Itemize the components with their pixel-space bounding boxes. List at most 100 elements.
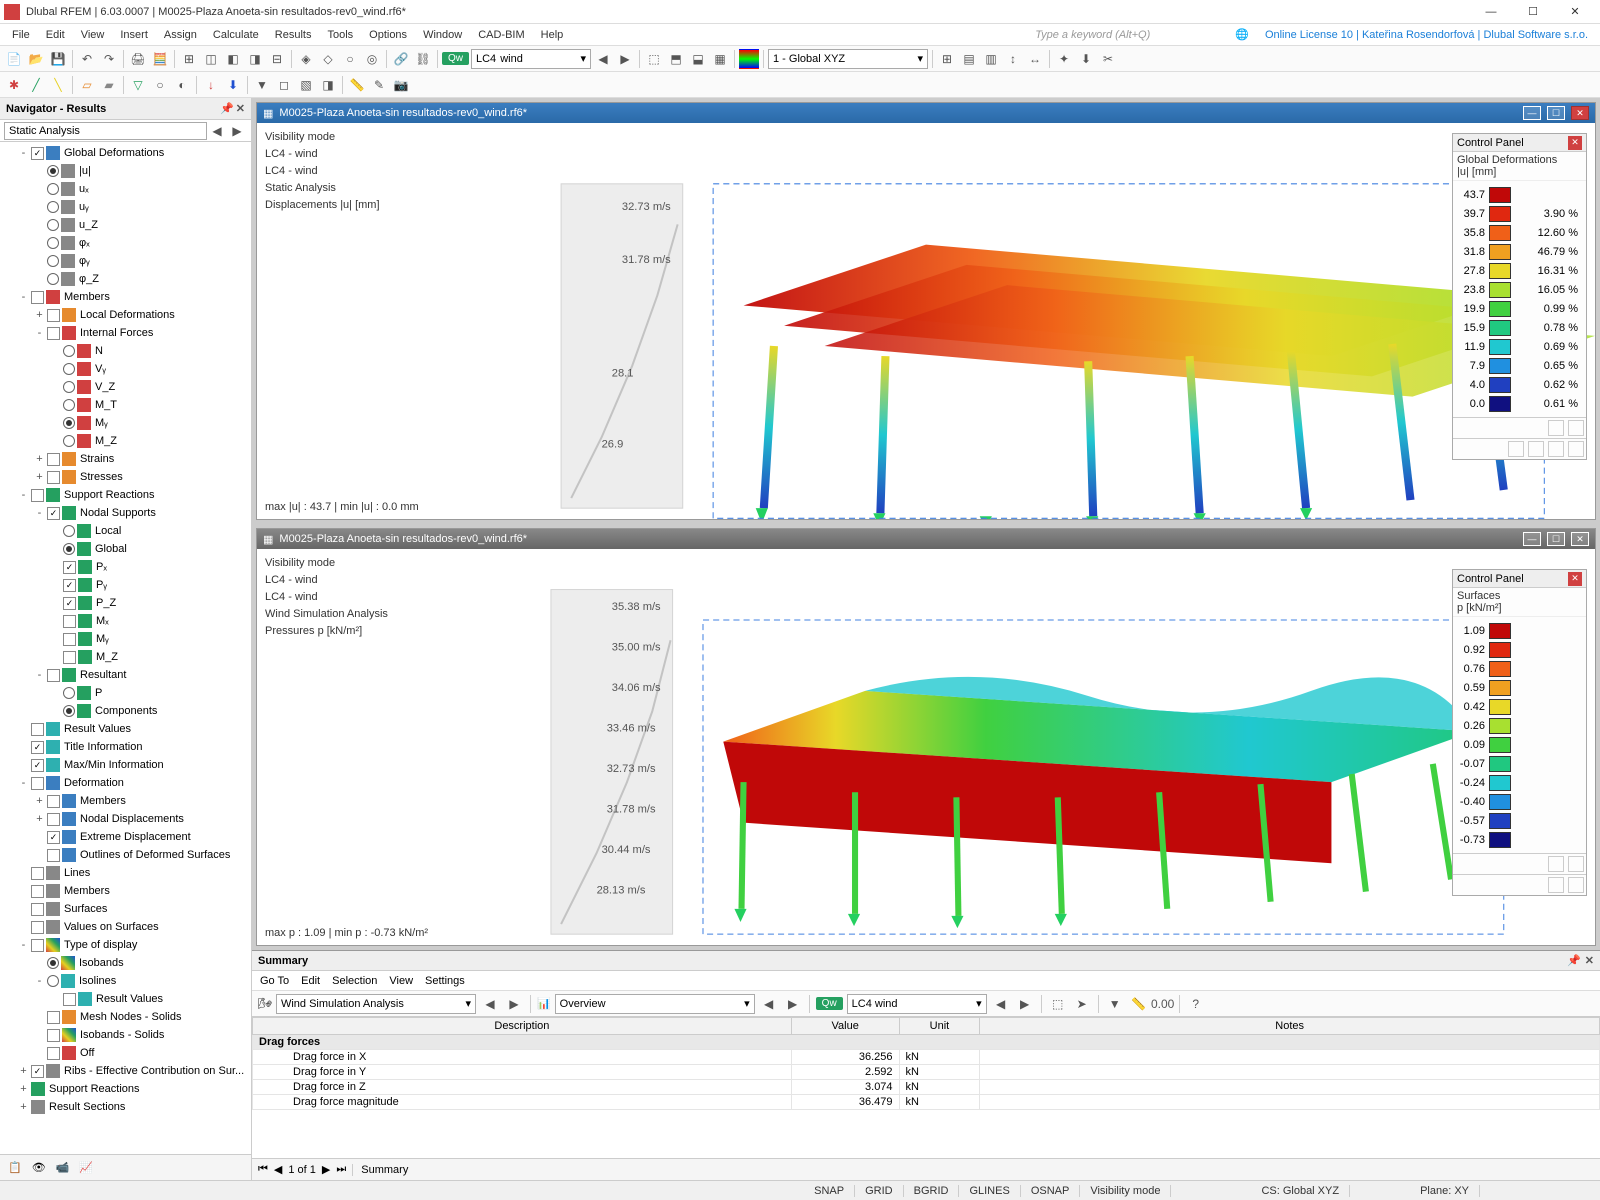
grid4-icon[interactable]: ▥ bbox=[981, 49, 1001, 69]
sum-lc-combo[interactable]: LC4 wind▾ bbox=[847, 994, 987, 1014]
sum-next2-icon[interactable]: ▶ bbox=[783, 994, 803, 1014]
visibility-toggle[interactable]: Visibility mode bbox=[1080, 1185, 1171, 1197]
tree-item[interactable]: +✓Ribs - Effective Contribution on Sur..… bbox=[0, 1062, 251, 1080]
sum-pin-icon[interactable]: 📌 bbox=[1567, 954, 1581, 967]
menu-tools[interactable]: Tools bbox=[319, 27, 361, 43]
tree-item[interactable]: +Support Reactions bbox=[0, 1080, 251, 1098]
sum-cursor-icon[interactable]: ➤ bbox=[1072, 994, 1092, 1014]
tree-item[interactable]: Result Values bbox=[0, 720, 251, 738]
tree-item[interactable]: ✓Extreme Displacement bbox=[0, 828, 251, 846]
sum-analysis-combo[interactable]: Wind Simulation Analysis▾ bbox=[276, 994, 476, 1014]
menu-view[interactable]: View bbox=[73, 27, 113, 43]
render4-icon[interactable]: ◎ bbox=[362, 49, 382, 69]
render2-icon[interactable]: ◇ bbox=[318, 49, 338, 69]
sum-menu-selection[interactable]: Selection bbox=[332, 975, 377, 987]
solid-icon[interactable]: ▰ bbox=[99, 75, 119, 95]
next-lc-icon[interactable]: ▶ bbox=[615, 49, 635, 69]
pager-prev-icon[interactable]: ◀ bbox=[274, 1163, 282, 1176]
tree-item[interactable]: Values on Surfaces bbox=[0, 918, 251, 936]
tree-item[interactable]: ✓Pᵧ bbox=[0, 576, 251, 594]
iso-icon[interactable]: ◧ bbox=[223, 49, 243, 69]
print-icon[interactable]: 🖨 bbox=[128, 49, 148, 69]
cs-indicator[interactable]: CS: Global XYZ bbox=[1251, 1185, 1350, 1197]
menu-options[interactable]: Options bbox=[361, 27, 415, 43]
tree-item[interactable]: -Resultant bbox=[0, 666, 251, 684]
menu-file[interactable]: File bbox=[4, 27, 38, 43]
tree-item[interactable]: uᵧ bbox=[0, 198, 251, 216]
tree-item[interactable]: u_Z bbox=[0, 216, 251, 234]
tree-item[interactable]: +Members bbox=[0, 792, 251, 810]
view2-min-icon[interactable]: — bbox=[1523, 532, 1541, 546]
globe-icon[interactable]: 🌐 bbox=[1227, 26, 1257, 43]
cp1-btn1[interactable] bbox=[1548, 420, 1564, 436]
tree-item[interactable]: Mᵧ bbox=[0, 414, 251, 432]
view4-icon[interactable]: ◨ bbox=[245, 49, 265, 69]
sum-select-icon[interactable]: ⬚ bbox=[1048, 994, 1068, 1014]
sum-prev-icon[interactable]: ◀ bbox=[480, 994, 500, 1014]
link-icon[interactable]: 🔗 bbox=[391, 49, 411, 69]
tree-item[interactable]: -Deformation bbox=[0, 774, 251, 792]
annotation-icon[interactable]: ✎ bbox=[369, 75, 389, 95]
view-icon[interactable]: ◫ bbox=[201, 49, 221, 69]
tree-item[interactable]: Lines bbox=[0, 864, 251, 882]
calculator-icon[interactable]: 🧮 bbox=[150, 49, 170, 69]
grid-toggle[interactable]: GRID bbox=[855, 1185, 904, 1197]
chain-icon[interactable]: ⛓ bbox=[413, 49, 433, 69]
tree-item[interactable]: -✓Nodal Supports bbox=[0, 504, 251, 522]
color-icon[interactable] bbox=[739, 49, 759, 69]
tree-item[interactable]: Mesh Nodes - Solids bbox=[0, 1008, 251, 1026]
tree-item[interactable]: ✓Max/Min Information bbox=[0, 756, 251, 774]
compass-icon[interactable]: ✦ bbox=[1054, 49, 1074, 69]
view2-max-icon[interactable]: ☐ bbox=[1547, 532, 1565, 546]
menu-calculate[interactable]: Calculate bbox=[205, 27, 267, 43]
grid3-icon[interactable]: ▤ bbox=[959, 49, 979, 69]
view1-close-icon[interactable]: ✕ bbox=[1571, 106, 1589, 120]
sum-prev2-icon[interactable]: ◀ bbox=[759, 994, 779, 1014]
tree-item[interactable]: |u| bbox=[0, 162, 251, 180]
nav-tab-display-icon[interactable]: 👁 bbox=[32, 1161, 46, 1174]
control-panel-1[interactable]: Control Panel✕ Global Deformations|u| [m… bbox=[1452, 133, 1587, 460]
tree-item[interactable]: V_Z bbox=[0, 378, 251, 396]
tree-item[interactable]: -Members bbox=[0, 288, 251, 306]
filter-icon[interactable]: ▼ bbox=[252, 75, 272, 95]
surface-icon[interactable]: ▱ bbox=[77, 75, 97, 95]
tree-item[interactable]: -Isolines bbox=[0, 972, 251, 990]
hinge-icon[interactable]: ○ bbox=[150, 75, 170, 95]
tree-item[interactable]: Surfaces bbox=[0, 900, 251, 918]
cp2-tab1[interactable] bbox=[1548, 877, 1564, 893]
tree-item[interactable]: P bbox=[0, 684, 251, 702]
cp2-btn1[interactable] bbox=[1548, 856, 1564, 872]
cp1-btn2[interactable] bbox=[1568, 420, 1584, 436]
sum-lc-prev-icon[interactable]: ◀ bbox=[991, 994, 1011, 1014]
menu-results[interactable]: Results bbox=[267, 27, 320, 43]
tree-item[interactable]: uₓ bbox=[0, 180, 251, 198]
tree-item[interactable]: Isobands - Solids bbox=[0, 1026, 251, 1044]
support-icon[interactable]: ▽ bbox=[128, 75, 148, 95]
glines-toggle[interactable]: GLINES bbox=[959, 1185, 1020, 1197]
tree-item[interactable]: ✓P_Z bbox=[0, 594, 251, 612]
keyword-search[interactable]: Type a keyword (Alt+Q) bbox=[1027, 27, 1227, 43]
tool-c-icon[interactable]: ⬓ bbox=[688, 49, 708, 69]
tree-item[interactable]: Local bbox=[0, 522, 251, 540]
tree-item[interactable]: Mₓ bbox=[0, 612, 251, 630]
bgrid-toggle[interactable]: BGRID bbox=[904, 1185, 960, 1197]
cp1-tab1[interactable] bbox=[1508, 441, 1524, 457]
pager-first-icon[interactable]: ⏮ bbox=[258, 1163, 268, 1176]
sum-menu-view[interactable]: View bbox=[389, 975, 413, 987]
tree-item[interactable]: +Stresses bbox=[0, 468, 251, 486]
areaload-icon[interactable]: ⬇ bbox=[223, 75, 243, 95]
tree-item[interactable]: Outlines of Deformed Surfaces bbox=[0, 846, 251, 864]
section-icon[interactable]: ▧ bbox=[296, 75, 316, 95]
sum-lc-next-icon[interactable]: ▶ bbox=[1015, 994, 1035, 1014]
sum-decimals-icon[interactable]: 0.00 bbox=[1153, 994, 1173, 1014]
grid-icon[interactable]: ⊞ bbox=[179, 49, 199, 69]
release-icon[interactable]: ◐ bbox=[172, 75, 192, 95]
tool-b-icon[interactable]: ⬒ bbox=[666, 49, 686, 69]
grid2-icon[interactable]: ⊞ bbox=[937, 49, 957, 69]
menu-insert[interactable]: Insert bbox=[112, 27, 156, 43]
tree-item[interactable]: M_T bbox=[0, 396, 251, 414]
view5-icon[interactable]: ⊟ bbox=[267, 49, 287, 69]
view1-min-icon[interactable]: — bbox=[1523, 106, 1541, 120]
tool-d-icon[interactable]: ▦ bbox=[710, 49, 730, 69]
axis-icon[interactable]: ↕ bbox=[1003, 49, 1023, 69]
